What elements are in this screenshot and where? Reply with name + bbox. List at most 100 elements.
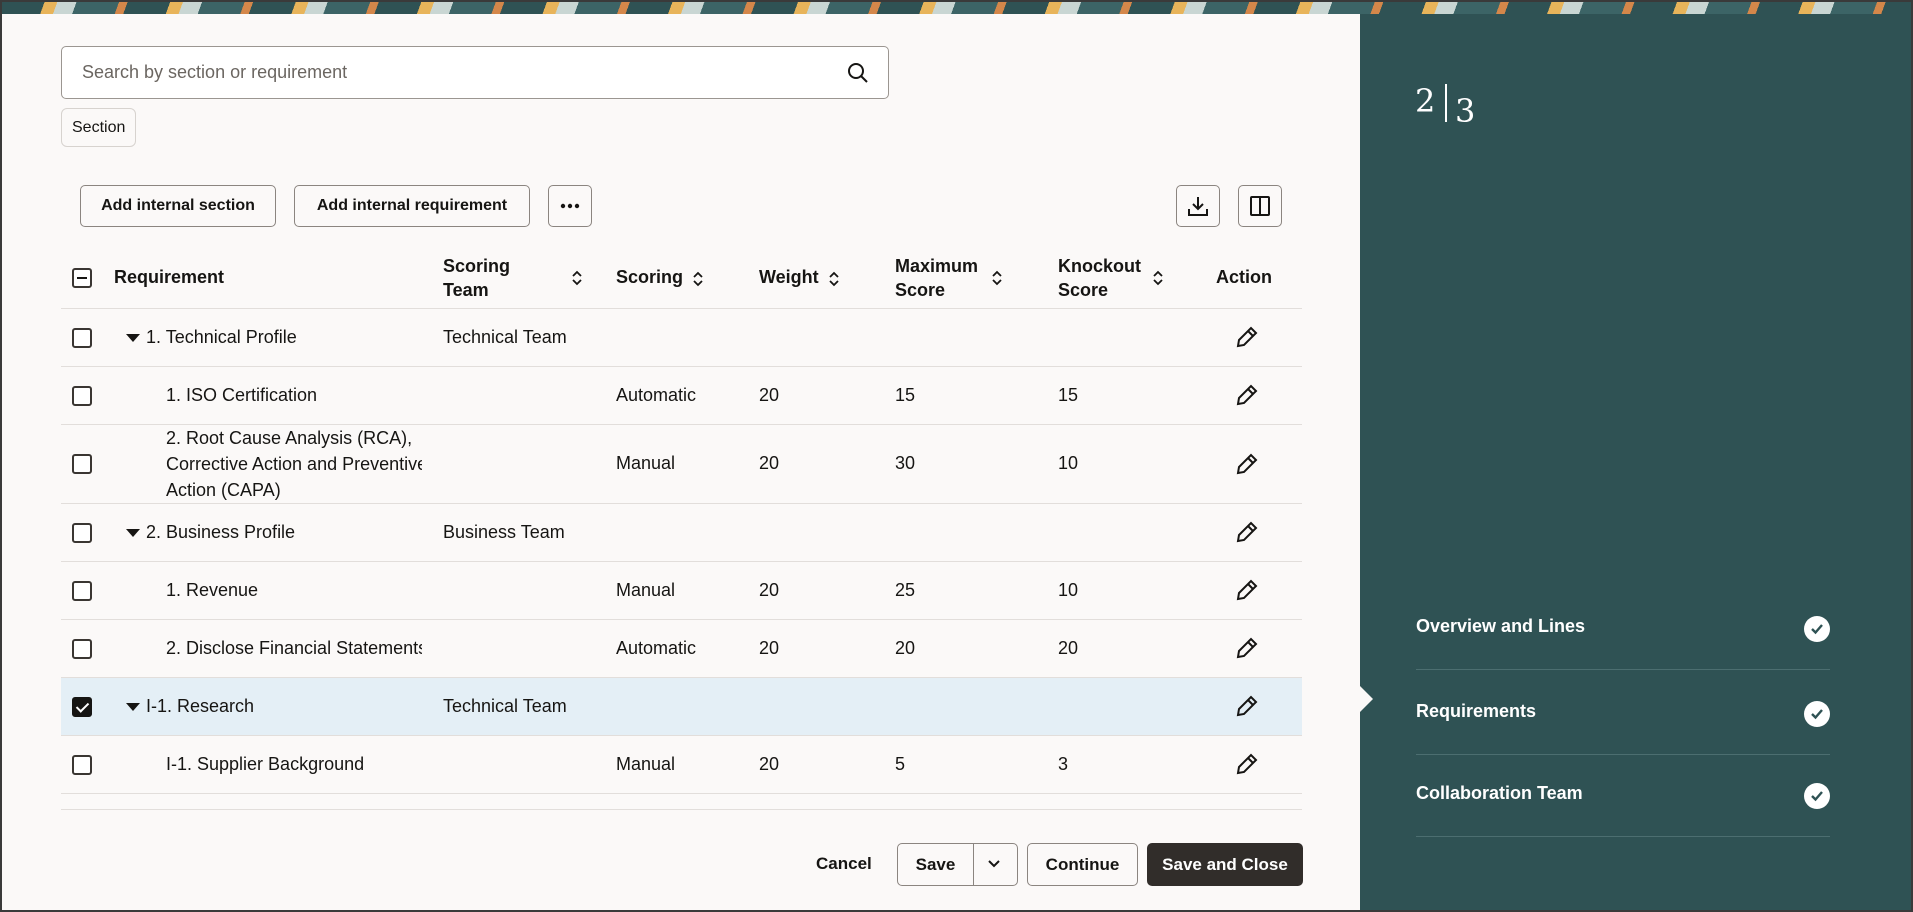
train-step-overview[interactable]: Overview and Lines [1416, 588, 1830, 670]
table-row[interactable]: 1. Revenue Manual 20 25 10 [61, 561, 1302, 620]
check-circle-icon [1804, 783, 1830, 809]
edit-pencil-icon[interactable] [1234, 324, 1260, 350]
row-max-score [895, 677, 1058, 736]
header-knockout-line1: Knockout [1058, 255, 1141, 276]
table-row[interactable]: 1. ISO Certification Automatic 20 15 15 [61, 366, 1302, 425]
header-weight-label: Weight [759, 267, 819, 288]
train-step-collaboration-team[interactable]: Collaboration Team [1416, 755, 1830, 837]
edit-pencil-icon[interactable] [1234, 382, 1260, 408]
row-checkbox[interactable] [72, 454, 92, 475]
column-layout-button[interactable] [1238, 185, 1282, 227]
save-button[interactable]: Save [898, 844, 974, 885]
row-requirement-line1: 2. Root Cause Analysis (RCA), [166, 427, 413, 448]
save-and-close-button[interactable]: Save and Close [1147, 843, 1303, 886]
row-checkbox[interactable] [72, 327, 92, 348]
row-requirement: 2. Root Cause Analysis (RCA), Corrective … [166, 425, 422, 503]
row-knockout-score: 10 [1058, 424, 1216, 504]
row-checkbox[interactable] [72, 754, 92, 775]
row-requirement: 1. Revenue [166, 579, 259, 600]
header-scoring[interactable]: Scoring [616, 248, 759, 309]
header-weight[interactable]: Weight [759, 248, 895, 309]
row-max-score: 20 [895, 619, 1058, 678]
download-icon [1188, 197, 1208, 216]
sort-icon[interactable] [990, 269, 1004, 287]
row-checkbox[interactable] [72, 696, 92, 717]
edit-pencil-icon[interactable] [1234, 577, 1260, 603]
row-weight [759, 503, 895, 562]
search-icon[interactable] [846, 61, 870, 85]
row-checkbox[interactable] [72, 522, 92, 543]
row-requirement-line2: Corrective Action and Preventive [166, 453, 422, 474]
header-requirement: Requirement [114, 248, 443, 309]
continue-button[interactable]: Continue [1027, 843, 1138, 886]
step-current: 2 [1415, 82, 1436, 120]
row-scoring: Manual [616, 561, 759, 620]
add-internal-section-button[interactable]: Add internal section [80, 185, 276, 227]
row-weight: 20 [759, 366, 895, 425]
row-checkbox[interactable] [72, 385, 92, 406]
row-checkbox[interactable] [72, 638, 92, 659]
sort-icon[interactable] [827, 270, 841, 288]
collapse-caret-icon[interactable] [126, 702, 140, 711]
table-row[interactable]: 2. Root Cause Analysis (RCA), Corrective … [61, 424, 1302, 504]
sort-icon[interactable] [570, 269, 584, 287]
row-scoring: Manual [616, 735, 759, 794]
row-knockout-score [1058, 503, 1216, 562]
row-scoring: Automatic [616, 619, 759, 678]
train-step-requirements[interactable]: Requirements [1416, 673, 1830, 755]
row-weight: 20 [759, 424, 895, 504]
table-row[interactable]: 2. Disclose Financial Statements Automat… [61, 619, 1302, 678]
row-knockout-score: 3 [1058, 735, 1216, 794]
header-scoring-team-line1: Scoring [443, 255, 511, 276]
row-knockout-score [1058, 308, 1216, 367]
collapse-caret-icon[interactable] [126, 528, 140, 537]
header-knockout-score[interactable]: Knockout Score [1058, 248, 1216, 309]
edit-pencil-icon[interactable] [1234, 751, 1260, 777]
header-action: Action [1216, 248, 1302, 309]
row-requirement: I-1. Research [146, 695, 255, 716]
add-internal-requirement-button[interactable]: Add internal requirement [294, 185, 530, 227]
main-panel: Search by section or requirement Section… [4, 14, 1360, 910]
row-max-score: 30 [895, 424, 1058, 504]
table-row[interactable]: 2. Business Profile Business Team [61, 503, 1302, 562]
row-scoring-team [443, 735, 616, 794]
search-input[interactable]: Search by section or requirement [61, 46, 889, 99]
more-actions-button[interactable] [548, 185, 592, 227]
header-maximum-score[interactable]: Maximum Score [895, 248, 1058, 309]
edit-pencil-icon[interactable] [1234, 519, 1260, 545]
train-step-label: Overview and Lines [1416, 616, 1586, 636]
edit-pencil-icon[interactable] [1234, 635, 1260, 661]
sort-icon[interactable] [1151, 269, 1165, 287]
table-row-selected[interactable]: I-1. Research Technical Team [61, 677, 1302, 736]
chevron-down-icon[interactable] [986, 858, 1002, 870]
filter-chip-section[interactable]: Section [61, 108, 137, 147]
row-requirement: I-1. Supplier Background [166, 753, 365, 774]
edit-pencil-icon[interactable] [1234, 451, 1260, 477]
row-knockout-score: 15 [1058, 366, 1216, 425]
download-button[interactable] [1176, 185, 1220, 227]
collapse-caret-icon[interactable] [126, 333, 140, 342]
header-scoring-team[interactable]: Scoring Team [443, 248, 616, 309]
row-knockout-score: 20 [1058, 619, 1216, 678]
save-split-button[interactable]: Save [897, 843, 1018, 886]
row-scoring-team: Technical Team [443, 677, 616, 736]
edit-pencil-icon[interactable] [1234, 693, 1260, 719]
row-requirement: 2. Business Profile [146, 521, 296, 542]
columns-icon [1250, 196, 1270, 216]
table-row[interactable]: 1. Technical Profile Technical Team [61, 308, 1302, 367]
row-weight: 20 [759, 619, 895, 678]
header-scoring-label: Scoring [616, 267, 684, 288]
current-step-pointer [1360, 686, 1373, 712]
row-checkbox[interactable] [72, 580, 92, 601]
search-placeholder: Search by section or requirement [82, 62, 348, 82]
row-scoring-team [443, 619, 616, 678]
sort-icon[interactable] [691, 270, 705, 288]
table-row[interactable]: I-1. Supplier Background Manual 20 5 3 [61, 735, 1302, 794]
row-requirement: 2. Disclose Financial Statements [166, 637, 422, 658]
select-all-header[interactable] [61, 248, 114, 309]
cancel-button[interactable]: Cancel [816, 854, 872, 874]
select-all-checkbox[interactable] [72, 268, 92, 289]
row-max-score [895, 503, 1058, 562]
header-max-line2: Score [895, 279, 946, 300]
more-icon [560, 203, 580, 209]
